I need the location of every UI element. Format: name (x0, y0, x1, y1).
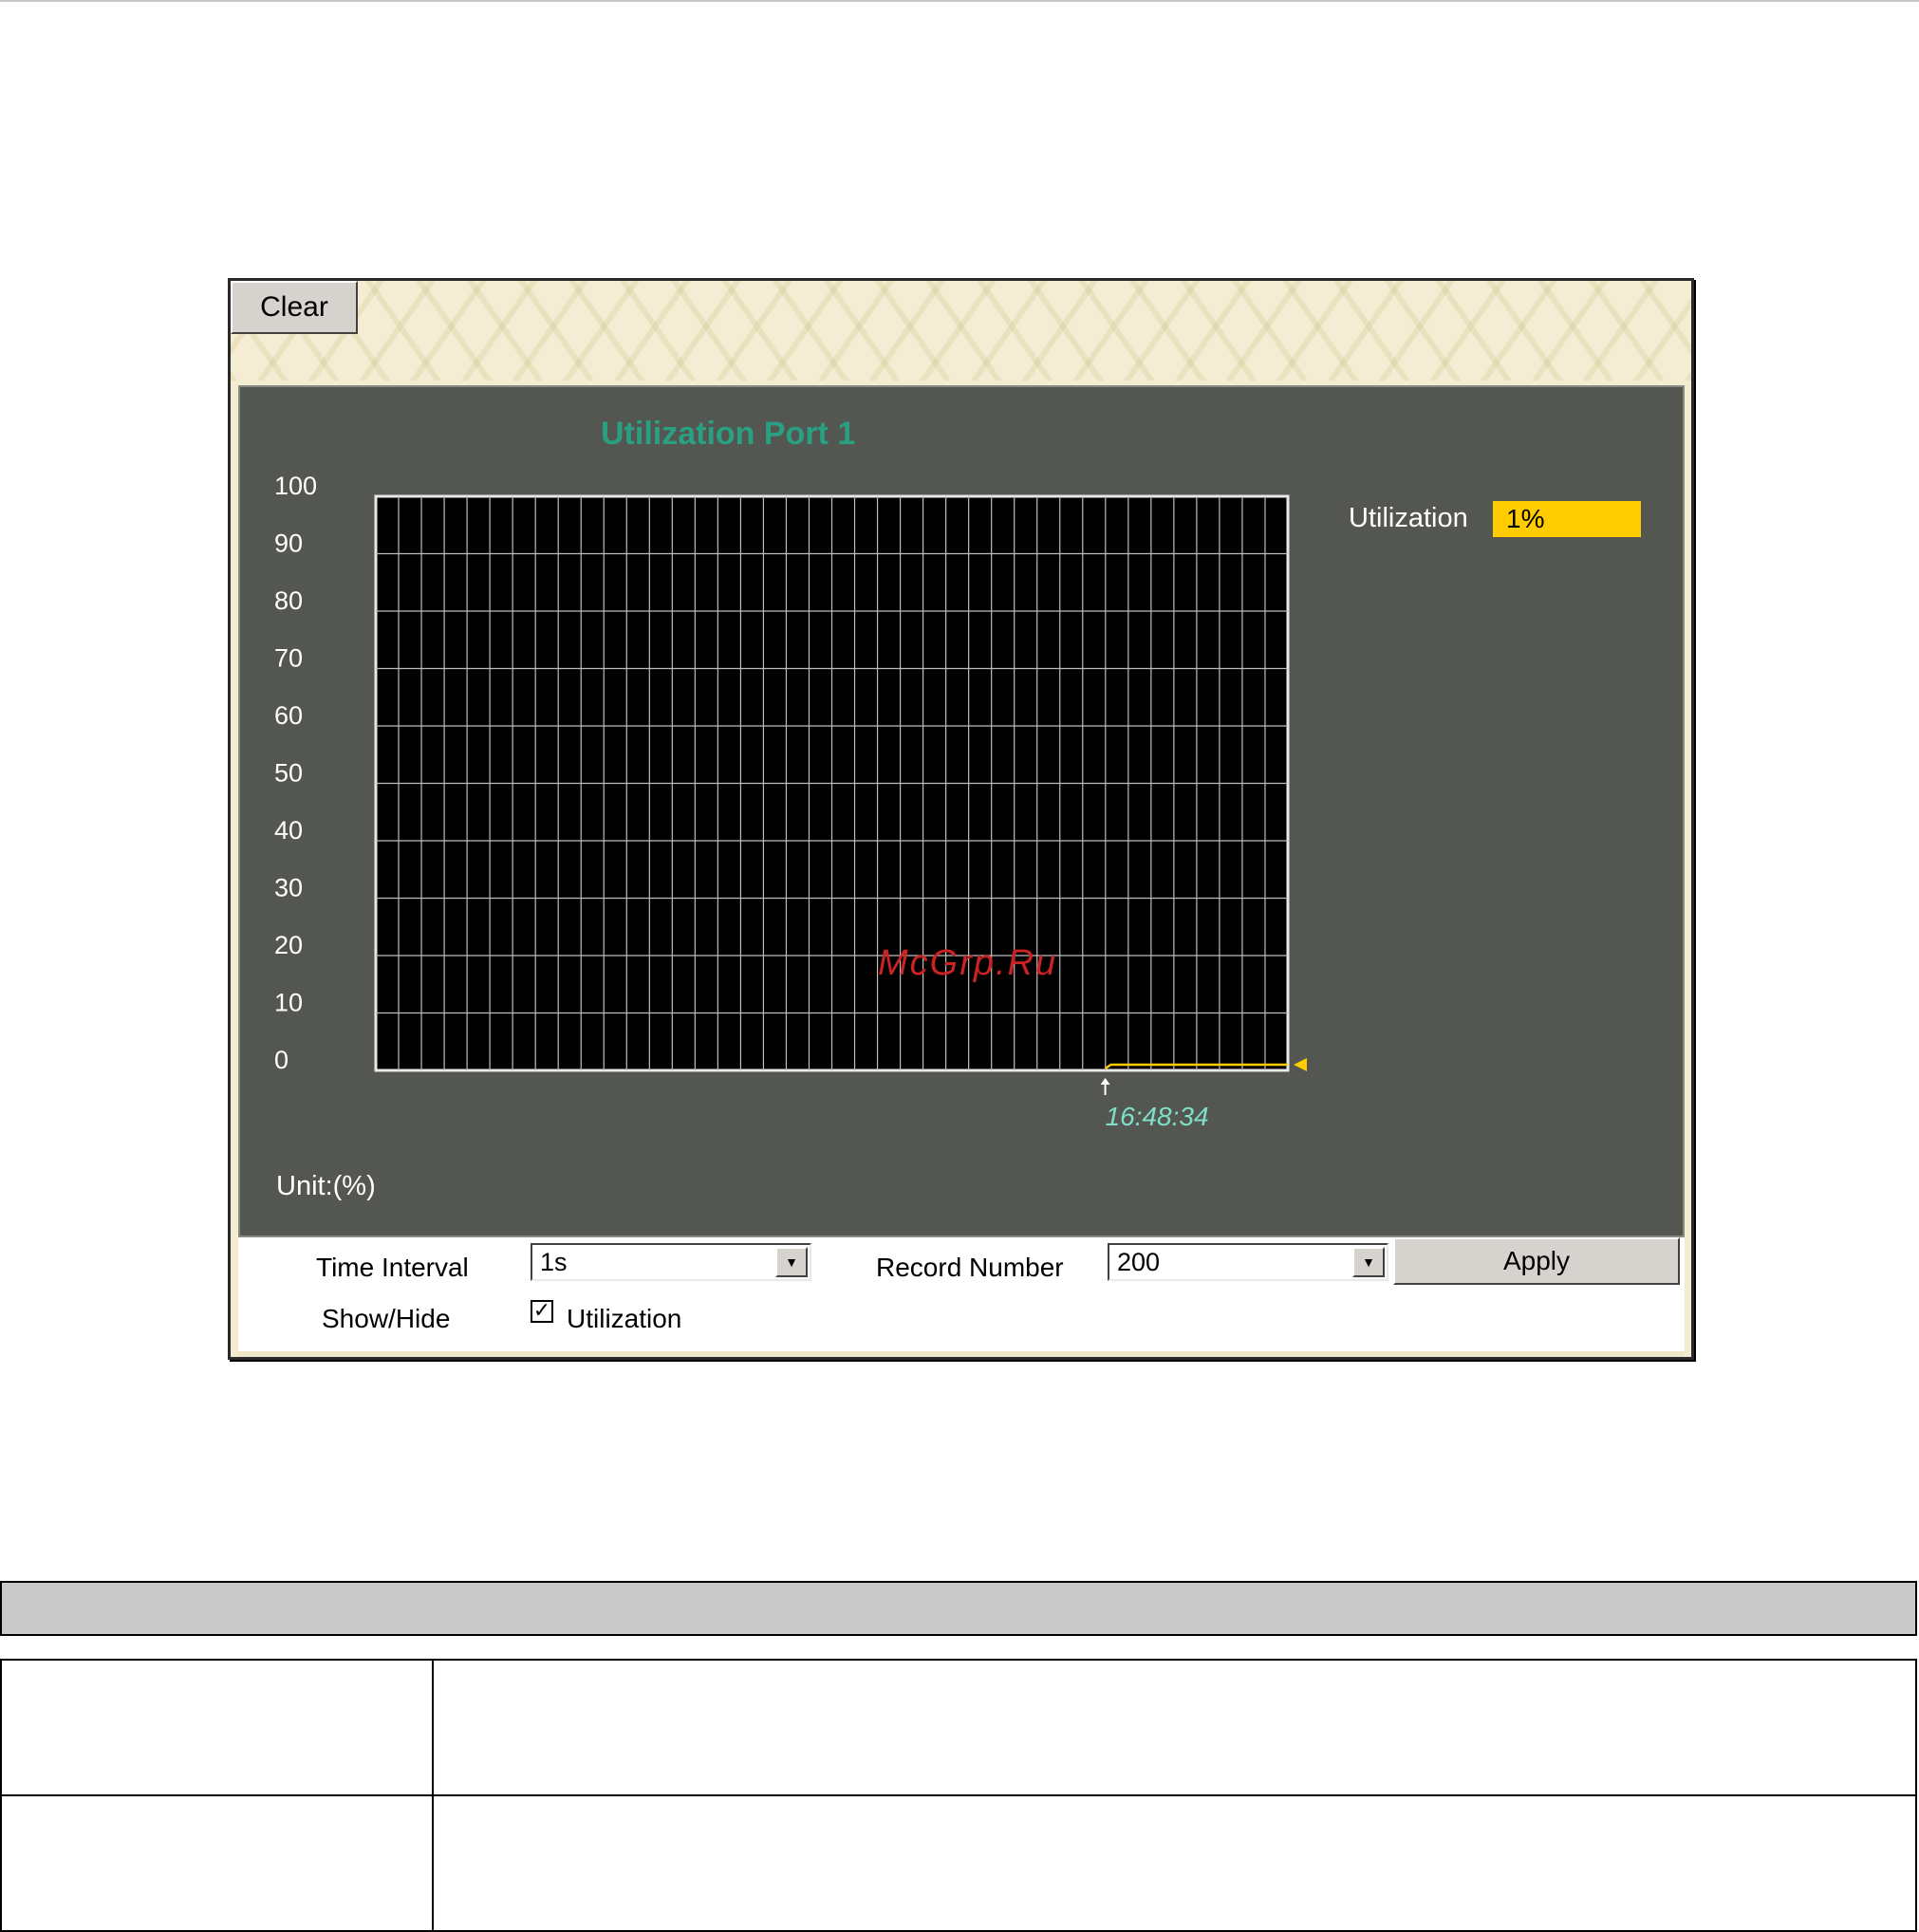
legend-label: Utilization (1349, 503, 1468, 533)
applet-footer (238, 1351, 1685, 1357)
chevron-down-icon[interactable]: ▼ (1352, 1247, 1385, 1277)
unit-label: Unit:(%) (276, 1171, 376, 1201)
y-tick-label: 60 (274, 701, 303, 730)
legend-value: 1% (1493, 501, 1641, 537)
show-hide-label: Show/Hide (322, 1304, 451, 1333)
time-interval-select[interactable]: 1s ▼ (531, 1243, 811, 1281)
record-number-label: Record Number (876, 1253, 1064, 1282)
y-tick-label: 0 (274, 1046, 289, 1074)
y-tick-label: 80 (274, 586, 303, 615)
table-row (0, 1659, 1917, 1796)
clear-button[interactable]: Clear (231, 281, 358, 334)
parameter-cell (0, 1659, 434, 1796)
description-table (0, 1659, 1917, 1932)
y-tick-label: 100 (274, 472, 317, 500)
chart-title: Utilization Port 1 (601, 416, 856, 452)
y-tick-label: 90 (274, 529, 303, 558)
chevron-down-icon[interactable]: ▼ (775, 1247, 808, 1277)
utilization-checkbox-label[interactable]: Utilization (567, 1304, 681, 1334)
y-tick-label: 30 (274, 874, 303, 902)
record-number-select[interactable]: 200 ▼ (1108, 1243, 1388, 1281)
watermark-text: McGrp.Ru (878, 943, 1058, 983)
table-header (0, 1581, 1917, 1636)
apply-button[interactable]: Apply (1393, 1237, 1680, 1285)
parameter-cell (0, 1794, 434, 1932)
y-tick-label: 40 (274, 816, 303, 845)
y-tick-label: 70 (274, 644, 303, 673)
chart-panel: 100 90 80 70 60 50 40 30 20 10 0 16:48:34 Utilizati… (238, 385, 1685, 1237)
time-interval-value: 1s (540, 1248, 568, 1276)
top-rule (0, 0, 1919, 2)
table-row (0, 1794, 1917, 1932)
y-tick-label: 10 (274, 989, 303, 1017)
y-tick-label: 20 (274, 931, 303, 959)
time-marker-label: 16:48:34 (1106, 1102, 1209, 1131)
applet-header-background (231, 281, 1691, 381)
record-number-value: 200 (1117, 1248, 1161, 1276)
controls-bar: Time Interval 1s ▼ Record Number 200 ▼ A… (238, 1237, 1685, 1351)
description-cell (432, 1794, 1917, 1932)
y-tick-label: 50 (274, 759, 303, 788)
utilization-checkbox[interactable]: ✓ (531, 1300, 553, 1323)
utilization-applet: Clear 100 90 80 70 60 50 40 30 20 10 0 16:48:34 Uti… (228, 278, 1694, 1360)
time-marker-arrowhead (1100, 1078, 1110, 1085)
current-value-marker (1294, 1057, 1307, 1071)
time-interval-label: Time Interval (316, 1253, 469, 1282)
description-cell (432, 1659, 1917, 1796)
